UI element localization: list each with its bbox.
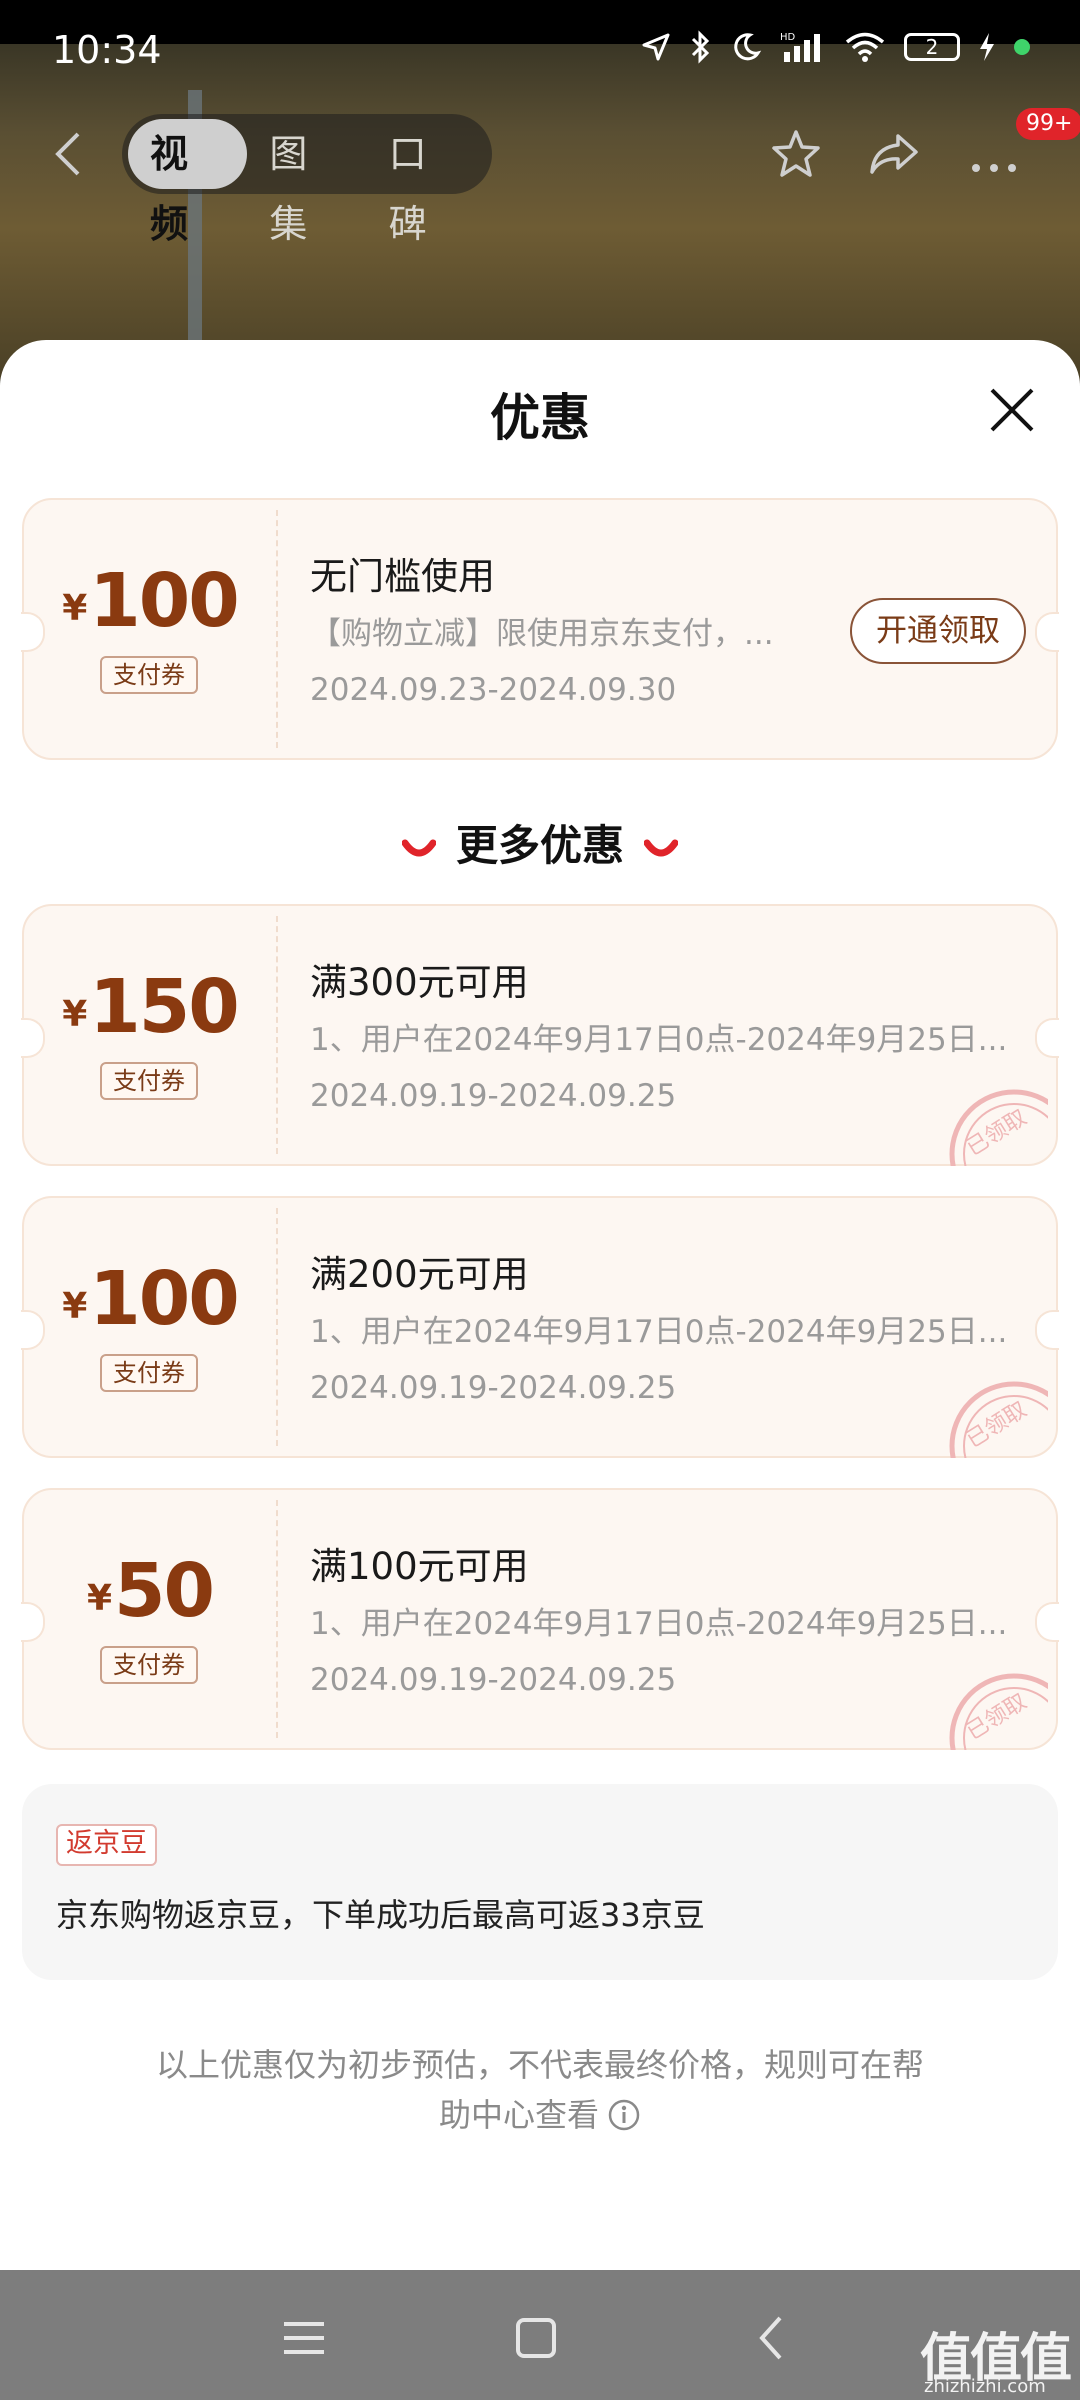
svg-text:HD: HD <box>780 32 796 43</box>
coupon-amount: ¥100 <box>24 558 276 644</box>
disclaimer-line: 以上优惠仅为初步预估，不代表最终价格，规则可在帮 <box>155 2046 924 2084</box>
tab-gallery[interactable]: 图集 <box>247 119 366 246</box>
watermark-url: zhizhizhi.com <box>924 2376 1046 2397</box>
sheet-title: 优惠 <box>490 389 590 447</box>
bluetooth-icon <box>691 30 710 64</box>
smile-icon <box>401 839 436 856</box>
help-center-link[interactable]: 助中心查看 <box>439 2096 599 2134</box>
location-icon <box>642 33 670 61</box>
coupon-validity: 2024.09.19-2024.09.25 <box>310 1370 677 1406</box>
coupon-title: 满100元可用 <box>310 1545 529 1588</box>
currency-symbol: ¥ <box>62 994 88 1035</box>
amount-value: 150 <box>89 964 239 1050</box>
coupon-title: 满200元可用 <box>310 1253 529 1296</box>
status-icons: HD 2 <box>640 30 1030 64</box>
disclaimer: 以上优惠仅为初步预估，不代表最终价格，规则可在帮 助中心查看 <box>130 2040 950 2140</box>
coupon-type-tag: 支付券 <box>100 1062 198 1100</box>
amount-value: 100 <box>89 1256 239 1342</box>
coupon-description: 1、用户在2024年9月17日0点-2024年9月25日... <box>310 1314 1008 1350</box>
coupon-card[interactable]: ¥100 支付券 满200元可用 1、用户在2024年9月17日0点-2024年… <box>21 1196 1059 1458</box>
more-discounts-label: 更多优惠 <box>455 821 624 870</box>
notification-badge: 99+ <box>1016 108 1080 140</box>
coupon-title: 无门槛使用 <box>310 555 495 598</box>
privacy-indicator-dot <box>1014 39 1030 55</box>
coupon-description: 1、用户在2024年9月17日0点-2024年9月25日... <box>310 1022 1008 1058</box>
claimed-stamp-icon: 已领取 <box>949 1089 1048 1166</box>
tab-reviews[interactable]: 口碑 <box>367 119 486 246</box>
currency-symbol: ¥ <box>86 1578 113 1619</box>
battery-icon: 2 <box>904 33 960 61</box>
coupon-card-main: ¥100 支付券 无门槛使用 【购物立减】限使用京东支付，... 2024.09… <box>21 498 1059 760</box>
moon-icon <box>734 33 762 61</box>
signal-icon: HD <box>780 32 820 62</box>
smile-icon <box>644 839 678 856</box>
coupon-description: 【购物立减】限使用京东支付，... <box>310 616 774 652</box>
coupon-description: 1、用户在2024年9月17日0点-2024年9月25日... <box>310 1606 1008 1642</box>
currency-symbol: ¥ <box>62 1286 88 1327</box>
info-icon[interactable] <box>607 2098 641 2132</box>
coupon-validity: 2024.09.23-2024.09.30 <box>310 672 677 708</box>
stamp-text: 已领取 <box>962 1105 1031 1161</box>
coupon-type-tag: 支付券 <box>100 656 198 694</box>
tab-video[interactable]: 视频 <box>128 119 248 246</box>
system-nav-bar <box>0 2270 1080 2400</box>
coupon-amount: ¥50 <box>24 1548 276 1634</box>
claimed-stamp-icon: 已领取 <box>949 1673 1048 1750</box>
amount-value: 100 <box>89 558 239 644</box>
home-icon[interactable] <box>506 2310 566 2366</box>
back-button[interactable] <box>44 126 94 182</box>
disclaimer-line-2[interactable]: 助中心查看 <box>130 2090 950 2140</box>
share-icon[interactable] <box>866 126 922 182</box>
amount-value: 50 <box>114 1548 215 1634</box>
wifi-icon <box>845 32 885 62</box>
coupon-notch <box>1035 612 1059 652</box>
more-discounts-heading: 更多优惠 <box>0 812 1080 873</box>
stamp-text: 已领取 <box>962 1689 1031 1745</box>
coupon-type-tag: 支付券 <box>100 1646 198 1684</box>
tab-switcher: 视频 图集 口碑 <box>122 114 492 246</box>
rebate-card: 返京豆 京东购物返京豆，下单成功后最高可返33京豆 <box>22 1784 1058 1980</box>
coupon-divider <box>276 510 278 748</box>
coupon-card[interactable]: ¥150 支付券 满300元可用 1、用户在2024年9月17日0点-2024年… <box>21 904 1059 1166</box>
coupon-validity: 2024.09.19-2024.09.25 <box>310 1662 677 1698</box>
more-options-icon[interactable] <box>966 126 1022 182</box>
claim-button[interactable]: 开通领取 <box>850 598 1026 664</box>
coupon-divider <box>276 1500 278 1738</box>
stamp-text: 已领取 <box>962 1397 1031 1453</box>
status-bar: 10:34 HD 2 <box>0 0 1080 72</box>
back-nav-icon[interactable] <box>742 2310 802 2366</box>
coupon-divider <box>276 1208 278 1446</box>
close-icon[interactable] <box>984 382 1040 438</box>
star-icon[interactable] <box>768 126 824 182</box>
coupon-type-tag: 支付券 <box>100 1354 198 1392</box>
coupon-title: 满300元可用 <box>310 961 529 1004</box>
rebate-text: 京东购物返京豆，下单成功后最高可返33京豆 <box>56 1896 705 1934</box>
top-nav: 视频 图集 口碑 99+ <box>0 108 1080 246</box>
coupon-amount: ¥150 <box>24 964 276 1050</box>
status-time: 10:34 <box>52 28 162 72</box>
claimed-stamp-icon: 已领取 <box>949 1381 1048 1458</box>
charging-icon <box>980 33 994 61</box>
coupon-validity: 2024.09.19-2024.09.25 <box>310 1078 677 1114</box>
coupon-divider <box>276 916 278 1154</box>
menu-icon[interactable] <box>274 2310 334 2366</box>
coupon-amount: ¥100 <box>24 1256 276 1342</box>
discount-sheet: 优惠 ¥100 支付券 无门槛使用 【购物立减】限使用京东支付，... 2024… <box>0 340 1080 2270</box>
coupon-card[interactable]: ¥50 支付券 满100元可用 1、用户在2024年9月17日0点-2024年9… <box>21 1488 1059 1750</box>
currency-symbol: ¥ <box>62 588 88 629</box>
rebate-tag: 返京豆 <box>56 1824 157 1866</box>
